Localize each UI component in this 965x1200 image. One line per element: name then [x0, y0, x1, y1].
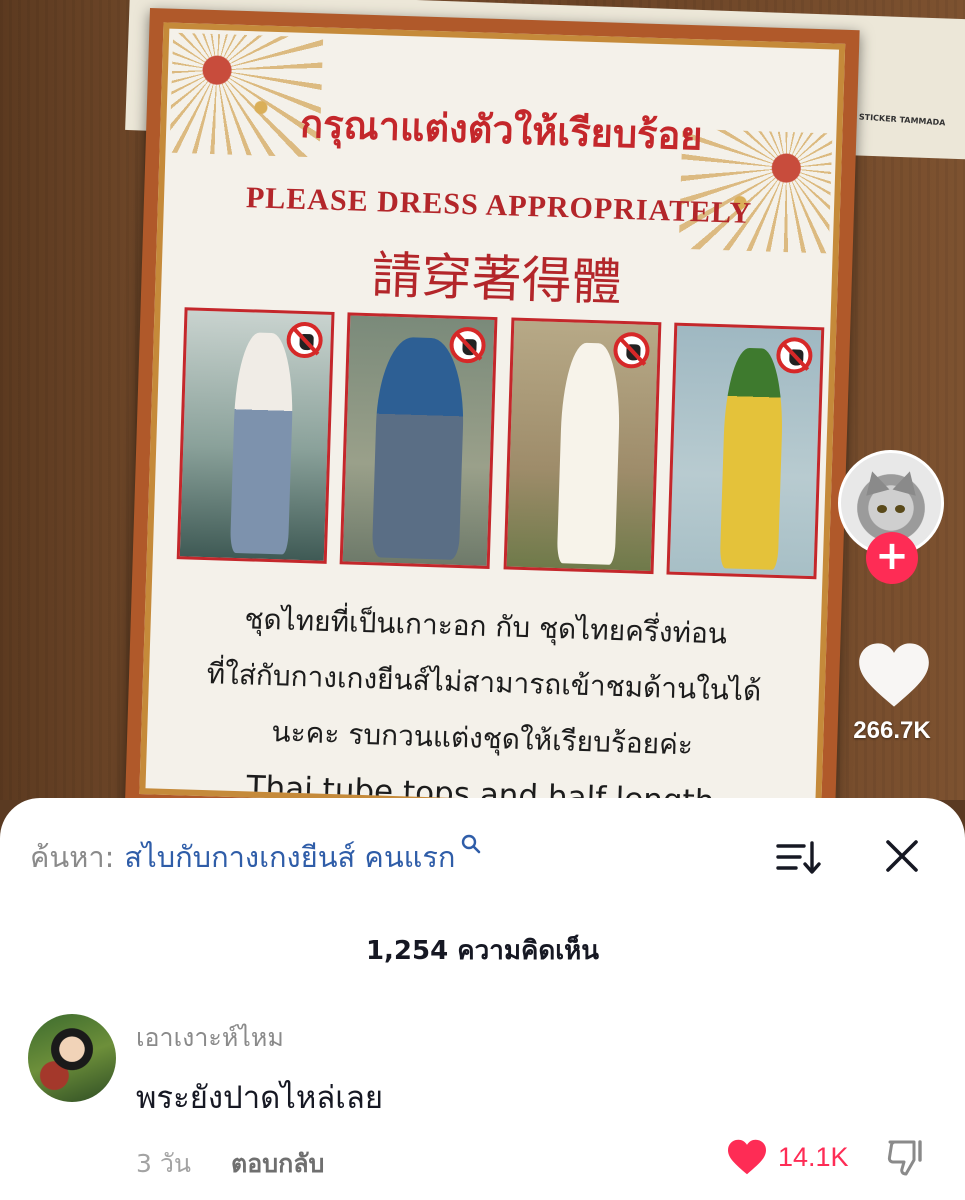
prohibited-icon	[449, 326, 487, 364]
outfit-figure	[720, 346, 785, 571]
prohibited-icon	[612, 331, 650, 369]
sort-icon[interactable]	[774, 838, 822, 878]
comment-time: 3 วัน	[136, 1149, 191, 1178]
avatar-cat-eye	[877, 505, 887, 513]
comment-count: 1,254 ความคิดเห็น	[365, 936, 600, 966]
sign-panel: กรุณาแต่งตัวให้เรียบร้อย PLEASE DRESS AP…	[139, 22, 846, 800]
comment-item: เอาเงาะห์ไหม พระยังปาดไหล่เลย 3 วัน ตอบก…	[0, 1008, 965, 1198]
close-icon[interactable]	[882, 836, 922, 876]
search-icon[interactable]	[460, 833, 482, 859]
outfit-photo-3	[503, 317, 662, 575]
outfit-figure	[556, 341, 622, 565]
related-search[interactable]: ค้นหา: สไบกับกางเกงยีนส์ คนแรก	[30, 832, 482, 882]
like-count: 266.7K	[853, 717, 931, 744]
video-player[interactable]: กาชม POT STICKER TAMMADA กรุณาแต่งตัวให้…	[0, 0, 965, 800]
dislike-icon[interactable]	[884, 1136, 928, 1180]
comment-like-button[interactable]: 14.1K	[726, 1138, 849, 1176]
comment-username[interactable]: เอาเงาะห์ไหม	[136, 1018, 284, 1058]
avatar-cat-ear	[892, 468, 922, 496]
search-query-link[interactable]: สไบกับกางเกงยีนส์ คนแรก	[124, 834, 455, 880]
comment-like-count: 14.1K	[778, 1141, 849, 1172]
follow-button[interactable]: +	[866, 532, 918, 584]
prohibited-icon	[286, 321, 324, 359]
outfit-photo-2	[339, 312, 498, 569]
heart-icon	[728, 1139, 766, 1175]
like-heart-icon[interactable]	[856, 640, 932, 710]
outfit-figure	[371, 336, 466, 561]
avatar-cat-ear	[860, 468, 890, 496]
dress-code-sign: กรุณาแต่งตัวให้เรียบร้อย PLEASE DRESS AP…	[124, 8, 860, 800]
comment-meta: 3 วัน ตอบกลับ	[136, 1144, 324, 1184]
commenter-avatar[interactable]	[28, 1014, 116, 1102]
reply-button[interactable]: ตอบกลับ	[231, 1144, 324, 1184]
comments-sheet: ค้นหา: สไบกับกางเกงยีนส์ คนแรก 1,254 ควา…	[0, 798, 965, 1200]
outfit-figure	[230, 331, 295, 555]
sign-body-text: ชุดไทยที่เป็นเกาะอก กับ ชุดไทยครึ่งท่อน …	[145, 588, 822, 800]
prohibited-icon	[775, 336, 813, 374]
prohibited-outfit-photos	[176, 307, 825, 589]
search-prefix: ค้นหา:	[30, 840, 115, 874]
comment-text: พระยังปาดไหล่เลย	[136, 1080, 384, 1116]
outfit-photo-4	[666, 322, 825, 580]
sign-title-thai: กรุณาแต่งตัวให้เรียบร้อย	[299, 100, 704, 159]
outfit-photo-1	[176, 307, 335, 564]
avatar-cat-eye	[895, 505, 905, 513]
